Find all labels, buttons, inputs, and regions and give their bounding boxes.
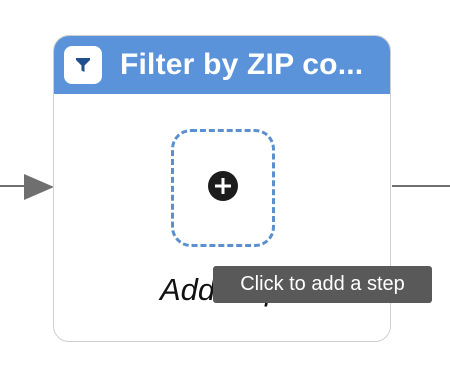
add-step-dropzone[interactable]	[171, 129, 275, 247]
add-step-tooltip: Click to add a step	[213, 266, 432, 303]
step-title: Filter by ZIP co...	[120, 48, 364, 81]
step-header[interactable]: Filter by ZIP co...	[54, 36, 390, 94]
filter-funnel-icon	[64, 46, 102, 84]
outgoing-connector-line	[392, 185, 450, 187]
plus-circle-icon[interactable]	[207, 170, 239, 207]
incoming-connector-line	[0, 185, 26, 187]
workflow-canvas: Filter by ZIP co... Add step Click to ad…	[0, 0, 450, 378]
incoming-arrow-icon	[24, 174, 54, 200]
